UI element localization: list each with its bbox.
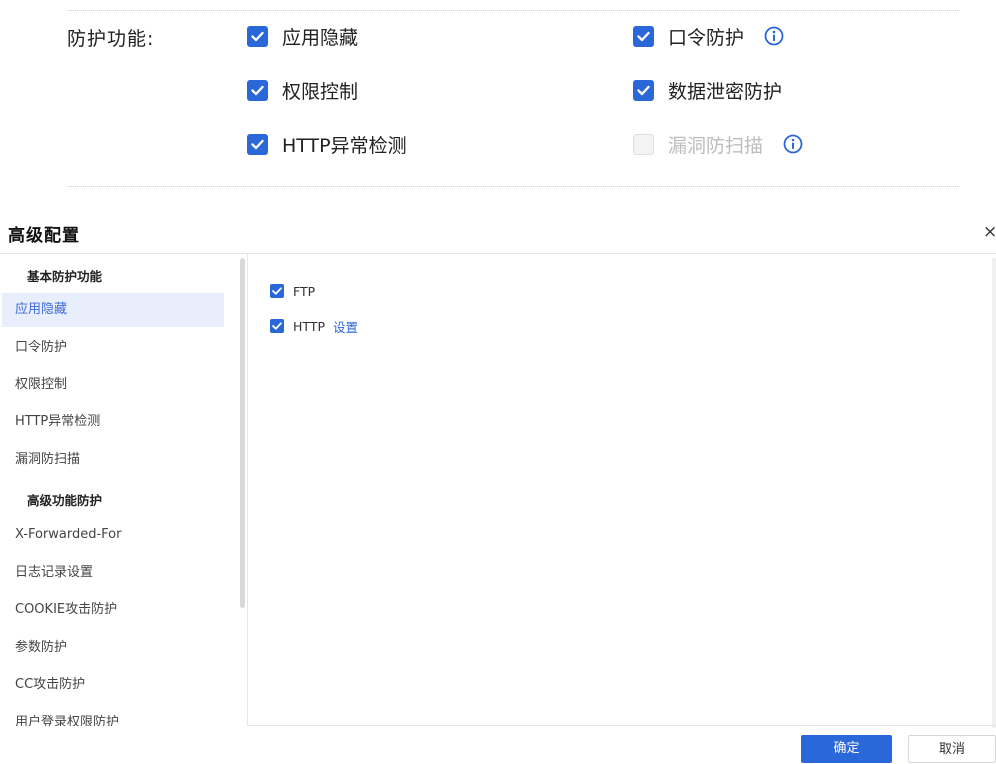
http-settings-link[interactable]: 设置	[333, 317, 358, 336]
option-permission-control[interactable]: 权限控制	[247, 76, 358, 104]
checkbox-checked-icon[interactable]	[247, 133, 268, 155]
nav-item-cookie-attack[interactable]: COOKIE攻击防护	[2, 593, 224, 627]
nav-item-password-protect[interactable]: 口令防护	[2, 331, 224, 365]
info-icon[interactable]	[783, 134, 803, 154]
checkbox-checked-icon[interactable]	[247, 25, 268, 47]
modal-body: 基本防护功能 应用隐藏 口令防护 权限控制 HTTP异常检测 漏洞防扫描 高级功…	[0, 253, 996, 726]
protection-label: 防护功能:	[67, 28, 155, 50]
option-label: 应用隐藏	[282, 26, 359, 49]
option-label: 数据泄密防护	[668, 80, 783, 103]
nav-item-login-permission[interactable]: 用户登录权限防护	[2, 706, 224, 726]
option-http[interactable]: HTTP 设置	[270, 317, 358, 336]
option-http-anomaly[interactable]: HTTP异常检测	[247, 130, 407, 158]
option-label: FTP	[293, 283, 316, 299]
option-app-hide[interactable]: 应用隐藏	[247, 22, 358, 50]
modal-title: 高级配置	[8, 226, 80, 246]
divider-top	[67, 10, 960, 11]
side-nav: 基本防护功能 应用隐藏 口令防护 权限控制 HTTP异常检测 漏洞防扫描 高级功…	[0, 254, 248, 726]
option-ftp[interactable]: FTP	[270, 283, 315, 299]
footer-divider	[248, 725, 996, 726]
checkbox-checked-icon[interactable]	[270, 284, 284, 298]
settings-pane: FTP HTTP 设置	[248, 254, 996, 726]
nav-item-vuln-anti-scan[interactable]: 漏洞防扫描	[2, 443, 224, 477]
checkbox-checked-icon[interactable]	[633, 25, 654, 47]
nav-item-app-hide[interactable]: 应用隐藏	[2, 293, 224, 327]
checkbox-checked-icon[interactable]	[247, 79, 268, 101]
nav-item-log-settings[interactable]: 日志记录设置	[2, 556, 224, 590]
confirm-button[interactable]: 确定	[801, 735, 892, 763]
nav-item-x-forwarded-for[interactable]: X-Forwarded-For	[2, 518, 224, 552]
nav-item-http-anomaly[interactable]: HTTP异常检测	[2, 405, 224, 439]
cancel-button[interactable]: 取消	[908, 735, 996, 763]
option-label: 权限控制	[282, 80, 359, 103]
divider-bottom	[67, 186, 960, 187]
close-icon[interactable]: ×	[983, 222, 996, 242]
checkbox-checked-icon[interactable]	[633, 79, 654, 101]
nav-item-cc-attack[interactable]: CC攻击防护	[2, 668, 224, 702]
option-label: 口令防护	[668, 26, 745, 49]
option-data-leak-protect[interactable]: 数据泄密防护	[633, 76, 782, 104]
option-label: 漏洞防扫描	[668, 134, 764, 157]
option-label: HTTP	[293, 318, 325, 334]
nav-item-permission-control[interactable]: 权限控制	[2, 368, 224, 402]
option-vuln-anti-scan: 漏洞防扫描	[633, 130, 803, 158]
checkbox-checked-icon[interactable]	[270, 319, 284, 333]
nav-group-advanced: 高级功能防护	[27, 493, 103, 508]
option-label: HTTP异常检测	[282, 134, 407, 157]
nav-item-param-protect[interactable]: 参数防护	[2, 631, 224, 665]
checkbox-disabled-icon	[633, 133, 654, 155]
protection-panel: 防护功能: 应用隐藏 口令防护 权限控制 数据泄密防护 HTTP异常检测 漏洞防…	[0, 0, 996, 200]
side-nav-scrollbar[interactable]	[240, 258, 245, 608]
info-icon[interactable]	[764, 26, 784, 46]
option-password-protect[interactable]: 口令防护	[633, 22, 784, 50]
pane-scrollbar[interactable]	[992, 258, 996, 728]
nav-group-basic: 基本防护功能	[27, 269, 103, 284]
